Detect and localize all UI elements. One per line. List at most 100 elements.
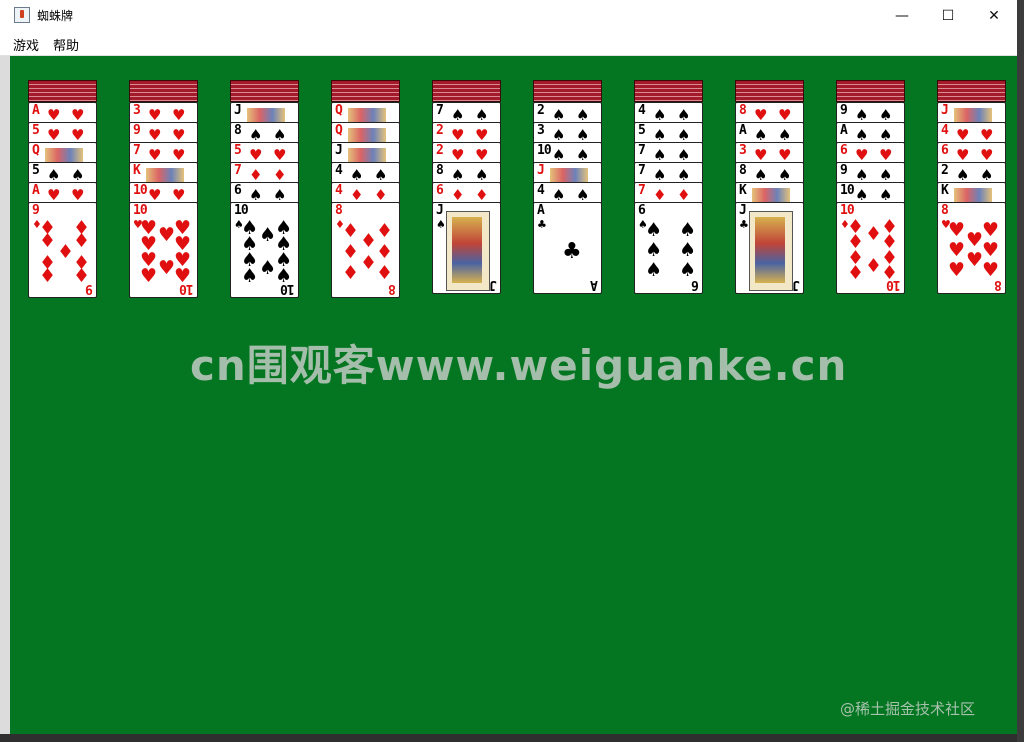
playing-card[interactable]: J	[331, 142, 400, 164]
playing-card[interactable]: 2 ♥ ♥	[432, 122, 501, 144]
playing-card[interactable]: 3 ♠ ♠	[533, 122, 602, 144]
top-playing-card[interactable]: A ♣ ♣ A	[533, 202, 602, 294]
card-rank: 6	[941, 143, 949, 158]
playing-card[interactable]: 6 ♦ ♦	[432, 182, 501, 204]
card-rank: 3	[133, 103, 141, 118]
suit-pip-icon: ♠	[855, 126, 869, 144]
playing-card[interactable]: 4 ♠ ♠	[634, 102, 703, 124]
top-playing-card[interactable]: 10 ♠ ♠ ♠ ♠ ♠ ♠ ♠ ♠ ♠ ♠ ♠ 10	[230, 202, 299, 298]
playing-card[interactable]: 7 ♥ ♥	[129, 142, 198, 164]
top-playing-card[interactable]: 10 ♦ ♦ ♦ ♦ ♦ ♦ ♦ ♦ ♦ ♦ ♦ 10	[836, 202, 905, 294]
playing-card[interactable]: A ♥ ♥	[28, 102, 97, 124]
playing-card[interactable]: A ♥ ♥	[28, 182, 97, 204]
playing-card[interactable]: 8 ♠ ♠	[432, 162, 501, 184]
playing-card[interactable]: 5 ♥ ♥	[28, 122, 97, 144]
playing-card[interactable]: K	[129, 162, 198, 184]
playing-card[interactable]: 8 ♥ ♥	[735, 102, 804, 124]
playing-card[interactable]: 5 ♥ ♥	[230, 142, 299, 164]
playing-card[interactable]: Q	[331, 122, 400, 144]
playing-card[interactable]: 8 ♠ ♠	[735, 162, 804, 184]
playing-card[interactable]: 6 ♥ ♥	[836, 142, 905, 164]
card-rank: J	[537, 163, 545, 178]
court-card-art	[146, 168, 184, 183]
playing-card[interactable]: 8 ♠ ♠	[230, 122, 299, 144]
maximize-button[interactable]: ☐	[925, 0, 971, 31]
card-rank: 7	[638, 143, 646, 158]
playing-card[interactable]: 4 ♠ ♠	[331, 162, 400, 184]
playing-card[interactable]: 5 ♠ ♠	[28, 162, 97, 184]
suit-pip-icon: ♥	[148, 126, 162, 144]
playing-card[interactable]: J	[230, 102, 299, 124]
playing-card[interactable]: J	[533, 162, 602, 184]
suit-pip-icon: ♠	[980, 166, 994, 184]
playing-card[interactable]: 3 ♥ ♥	[129, 102, 198, 124]
playing-card[interactable]: K	[937, 182, 1006, 204]
playing-card[interactable]: 6 ♠ ♠	[230, 182, 299, 204]
minimize-button[interactable]: —	[879, 0, 925, 31]
playing-card[interactable]: 4 ♥ ♥	[937, 122, 1006, 144]
suit-pip-icon: ♠	[576, 146, 590, 164]
top-playing-card[interactable]: 8 ♦ ♦ ♦ ♦ ♦ ♦ ♦ ♦ ♦ 8	[331, 202, 400, 298]
suit-pip-icon: ♠	[653, 166, 667, 184]
suit-pip-icon: ♦	[360, 251, 378, 274]
suit-pip-icon: ♠	[956, 166, 970, 184]
top-playing-card[interactable]: J ♣ J	[735, 202, 804, 294]
playing-card[interactable]: 9 ♠ ♠	[836, 102, 905, 124]
suit-pip-icon: ♠	[552, 186, 566, 204]
playing-card[interactable]: 2 ♠ ♠	[937, 162, 1006, 184]
menu-help[interactable]: 帮助	[53, 35, 79, 54]
playing-card[interactable]: 7 ♦ ♦	[230, 162, 299, 184]
card-rank: 4	[335, 163, 343, 178]
suit-pip-icon: ♥	[475, 126, 489, 144]
top-playing-card[interactable]: 6 ♠ ♠ ♠ ♠ ♠ ♠ ♠ 6	[634, 202, 703, 294]
suit-pip-icon: ♠	[677, 126, 691, 144]
card-rank: A	[840, 123, 848, 138]
suit-pip-icon: ♥	[172, 146, 186, 164]
playing-card[interactable]: 5 ♠ ♠	[634, 122, 703, 144]
top-playing-card[interactable]: 9 ♦ ♦ ♦ ♦ ♦ ♦ ♦ ♦ ♦ ♦ 9	[28, 202, 97, 298]
card-rank: 10	[234, 203, 249, 218]
playing-card[interactable]: 10 ♥ ♥	[129, 182, 198, 204]
suit-pip-icon: ♠	[552, 146, 566, 164]
playing-card[interactable]: 2 ♥ ♥	[432, 142, 501, 164]
playing-card[interactable]: 4 ♠ ♠	[533, 182, 602, 204]
suit-pip-icon: ♠	[754, 126, 768, 144]
suit-pip-icon: ♥	[948, 259, 966, 282]
playing-card[interactable]: A ♠ ♠	[735, 122, 804, 144]
playing-card[interactable]: 3 ♥ ♥	[735, 142, 804, 164]
face-down-card	[533, 80, 602, 102]
playing-card[interactable]: Q	[331, 102, 400, 124]
suit-pip-icon: ♥	[172, 106, 186, 124]
playing-card[interactable]: 9 ♠ ♠	[836, 162, 905, 184]
playing-card[interactable]: 9 ♥ ♥	[129, 122, 198, 144]
playing-card[interactable]: 4 ♦ ♦	[331, 182, 400, 204]
playing-card[interactable]: K	[735, 182, 804, 204]
card-rank: J	[436, 203, 444, 218]
top-playing-card[interactable]: 8 ♥ ♥ ♥ ♥ ♥ ♥ ♥ ♥ ♥ 8	[937, 202, 1006, 294]
card-rank-bottom: 8	[995, 277, 1002, 292]
playing-card[interactable]: A ♠ ♠	[836, 122, 905, 144]
face-down-card	[432, 80, 501, 102]
playing-card[interactable]: 7 ♠ ♠	[432, 102, 501, 124]
playing-card[interactable]: 2 ♠ ♠	[533, 102, 602, 124]
playing-card[interactable]: 10 ♠ ♠	[533, 142, 602, 164]
suit-pip-icon: ♠	[249, 186, 263, 204]
playing-card[interactable]: 7 ♦ ♦	[634, 182, 703, 204]
title-bar[interactable]: 蜘蛛牌 — ☐ ✕	[0, 0, 1017, 31]
top-playing-card[interactable]: 10 ♥ ♥ ♥ ♥ ♥ ♥ ♥ ♥ ♥ ♥ ♥ 10	[129, 202, 198, 298]
close-button[interactable]: ✕	[971, 0, 1017, 31]
playing-card[interactable]: Q	[28, 142, 97, 164]
playing-card[interactable]: 10 ♠ ♠	[836, 182, 905, 204]
playing-card[interactable]: 7 ♠ ♠	[634, 162, 703, 184]
playing-card[interactable]: 7 ♠ ♠	[634, 142, 703, 164]
face-down-card	[836, 80, 905, 102]
suit-pip-icon: ♠	[576, 126, 590, 144]
suit-pip-icon: ♥	[980, 146, 994, 164]
window-title: 蜘蛛牌	[37, 9, 74, 23]
playing-card[interactable]: 6 ♥ ♥	[937, 142, 1006, 164]
card-rank: 2	[537, 103, 545, 118]
card-rank: 5	[638, 123, 646, 138]
playing-card[interactable]: J	[937, 102, 1006, 124]
top-playing-card[interactable]: J ♠ J	[432, 202, 501, 294]
menu-game[interactable]: 游戏	[13, 35, 39, 54]
